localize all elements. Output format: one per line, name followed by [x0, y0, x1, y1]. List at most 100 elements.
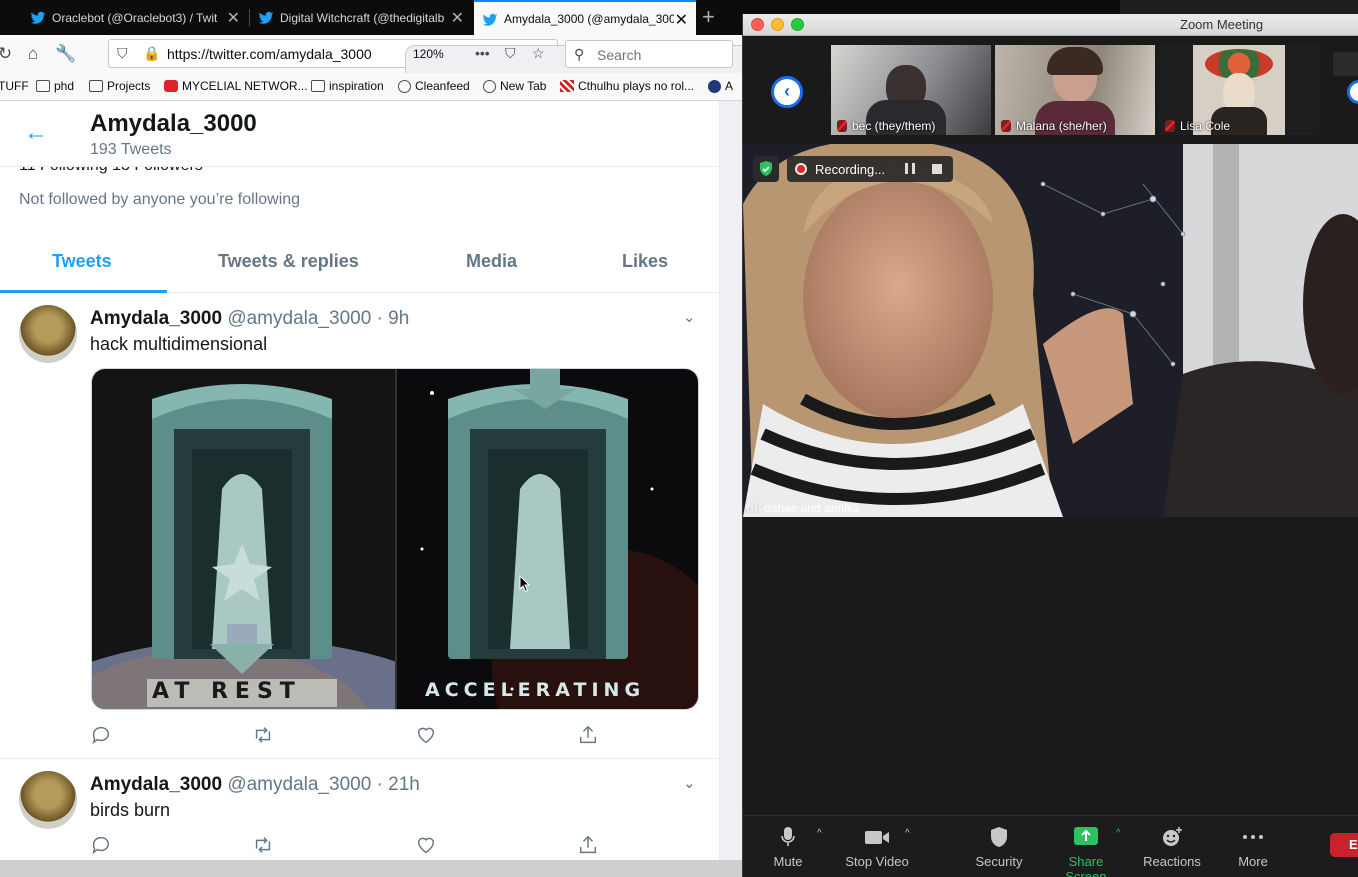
participant-name: Lisa Cole — [1165, 119, 1230, 133]
browser-tab-oraclebot[interactable]: Oraclebot (@Oraclebot3) / Twit ✕ — [22, 0, 248, 35]
browser-tab-amydala[interactable]: Amydala_3000 (@amydala_300 ✕ — [474, 0, 696, 35]
active-speaker-video: Recording... danae and annika — [743, 144, 1358, 517]
tweet-image[interactable]: AT REST ACCELERATING — [91, 368, 699, 710]
retweet-icon[interactable] — [252, 724, 274, 746]
close-tab-icon[interactable]: ✕ — [451, 8, 464, 28]
tweet[interactable]: Amydala_3000 @amydala_3000 · 21h ⌄ birds… — [0, 760, 719, 860]
bookmark-a[interactable]: A — [708, 79, 733, 93]
participant-strip: ‹ bec (they/them) Malana (she/her) Lisa … — [743, 36, 1358, 144]
gallery-view-icon[interactable] — [1333, 52, 1358, 76]
end-meeting-button[interactable]: E — [1330, 833, 1358, 857]
more-actions-icon[interactable]: ••• — [475, 45, 490, 61]
chevron-up-icon[interactable]: ^ — [905, 828, 910, 839]
emoji-reaction-icon — [1143, 826, 1201, 848]
chevron-down-icon[interactable]: ⌄ — [683, 308, 696, 326]
desktop: Oraclebot (@Oraclebot3) / Twit ✕ Digital… — [0, 0, 1358, 877]
like-heart-icon[interactable] — [415, 834, 437, 856]
close-tab-icon[interactable]: ✕ — [675, 10, 688, 30]
not-followed-note: Not followed by anyone you’re following — [19, 191, 301, 208]
new-tab-icon[interactable]: + — [702, 4, 715, 30]
tweet-actions — [90, 834, 610, 858]
twitter-bird-icon — [482, 13, 498, 26]
participant-tile[interactable]: bec (they/them) — [831, 45, 991, 135]
pocket-icon[interactable]: ⛉ — [505, 45, 516, 62]
share-screen-icon — [1047, 826, 1125, 848]
tweet[interactable]: Amydala_3000 @amydala_3000 · 9h ⌄ hack m… — [0, 294, 719, 759]
avatar[interactable] — [19, 305, 77, 363]
cthulhu-site-icon — [560, 80, 574, 92]
tweet-handle: @amydala_3000 · 9h — [227, 308, 410, 329]
bookmark-folder-phd[interactable]: phd — [36, 79, 74, 93]
home-icon[interactable]: ⌂ — [22, 43, 44, 65]
bookmark-cthulhu[interactable]: Cthulhu plays no rol... — [560, 79, 694, 93]
stop-video-button[interactable]: Stop Video — [845, 826, 909, 869]
search-input[interactable]: ⚲ Search — [565, 40, 733, 68]
security-shield-icon — [975, 826, 1023, 848]
folder-icon — [89, 80, 103, 92]
speaker-video-frame — [743, 144, 1358, 517]
participant-tile[interactable]: Malana (she/her) — [995, 45, 1155, 135]
tweet-actions — [90, 724, 610, 748]
profile-tabs: Tweets Tweets & replies Media Likes — [0, 229, 719, 293]
speaker-name: danae and annika — [764, 500, 860, 515]
bookmark-new-tab[interactable]: New Tab — [483, 79, 546, 93]
bookmark-star-icon[interactable]: ☆ — [532, 45, 545, 62]
bookmark-folder-projects[interactable]: Projects — [89, 79, 150, 93]
stop-recording-button[interactable] — [932, 164, 942, 174]
mic-muted-icon — [1001, 120, 1011, 132]
tweet-text: hack multidimensional — [90, 334, 268, 354]
participant-tile[interactable]: Lisa Cole — [1159, 45, 1319, 135]
retweet-icon[interactable] — [252, 834, 274, 856]
url-bar[interactable]: ⛉ 🔒 https://twitter.com/amydala_3000 120… — [108, 39, 1021, 877]
lock-icon[interactable]: 🔒 — [143, 45, 160, 62]
bookmark-cleanfeed[interactable]: Cleanfeed — [398, 79, 470, 93]
microphone-icon — [773, 826, 803, 848]
speaker-label: danae and annika — [743, 498, 859, 517]
pause-recording-button[interactable] — [905, 163, 915, 174]
share-screen-button[interactable]: Share Screen — [1047, 826, 1125, 877]
chevron-up-icon[interactable]: ^ — [817, 828, 822, 839]
reply-icon[interactable] — [90, 834, 112, 856]
next-page-icon[interactable] — [1347, 80, 1358, 104]
tab-tweets-replies[interactable]: Tweets & replies — [218, 251, 359, 272]
avatar[interactable] — [19, 771, 77, 829]
twitter-profile-page: ← Amydala_3000 193 Tweets 11 Following 1… — [0, 101, 720, 860]
back-arrow-icon[interactable]: ← — [24, 119, 48, 147]
chevron-up-icon[interactable]: ^ — [1116, 828, 1121, 839]
mute-button[interactable]: Mute — [773, 826, 803, 869]
tweet-author[interactable]: Amydala_3000 @amydala_3000 · 21h — [90, 774, 420, 796]
reactions-button[interactable]: Reactions — [1143, 826, 1201, 869]
close-tab-icon[interactable]: ✕ — [227, 8, 240, 28]
chevron-down-icon[interactable]: ⌄ — [683, 774, 696, 792]
share-icon[interactable] — [577, 724, 599, 746]
folder-icon — [311, 80, 325, 92]
browser-tab-digital-witchcraft[interactable]: Digital Witchcraft (@thedigitalb ✕ — [250, 0, 472, 35]
tab-likes[interactable]: Likes — [622, 251, 668, 272]
signal-strength-icon — [745, 502, 759, 513]
security-button[interactable]: Security — [975, 826, 1023, 869]
mouse-cursor-icon — [519, 575, 531, 593]
recording-label: Recording... — [815, 161, 886, 177]
share-icon[interactable] — [577, 834, 599, 856]
zoom-title-bar: Zoom Meeting — [743, 14, 1358, 36]
elevator-illustration — [92, 369, 698, 709]
shield-icon[interactable]: ⛉ — [117, 45, 128, 62]
search-icon: ⚲ — [574, 46, 585, 62]
video-camera-icon — [845, 826, 909, 848]
previous-page-icon[interactable]: ‹ — [771, 76, 803, 108]
tab-media[interactable]: Media — [466, 251, 517, 272]
bookmark-item[interactable]: TUFF — [0, 79, 29, 93]
bookmark-mycelial[interactable]: MYCELIAL NETWOR... — [164, 79, 308, 93]
like-heart-icon[interactable] — [415, 724, 437, 746]
tweet-author[interactable]: Amydala_3000 @amydala_3000 · 9h — [90, 308, 409, 330]
more-button[interactable]: More — [1237, 826, 1269, 869]
tab-tweets[interactable]: Tweets — [52, 251, 112, 272]
wrench-icon[interactable]: 🔧 — [55, 43, 77, 65]
twitter-bird-icon — [258, 11, 274, 24]
reload-icon[interactable]: ↻ — [0, 43, 16, 65]
url-text[interactable]: https://twitter.com/amydala_3000 — [167, 46, 372, 62]
encryption-shield-icon[interactable] — [753, 156, 779, 182]
bookmark-folder-inspiration[interactable]: inspiration — [311, 79, 384, 93]
participant-name: Malana (she/her) — [1001, 119, 1107, 133]
reply-icon[interactable] — [90, 724, 112, 746]
